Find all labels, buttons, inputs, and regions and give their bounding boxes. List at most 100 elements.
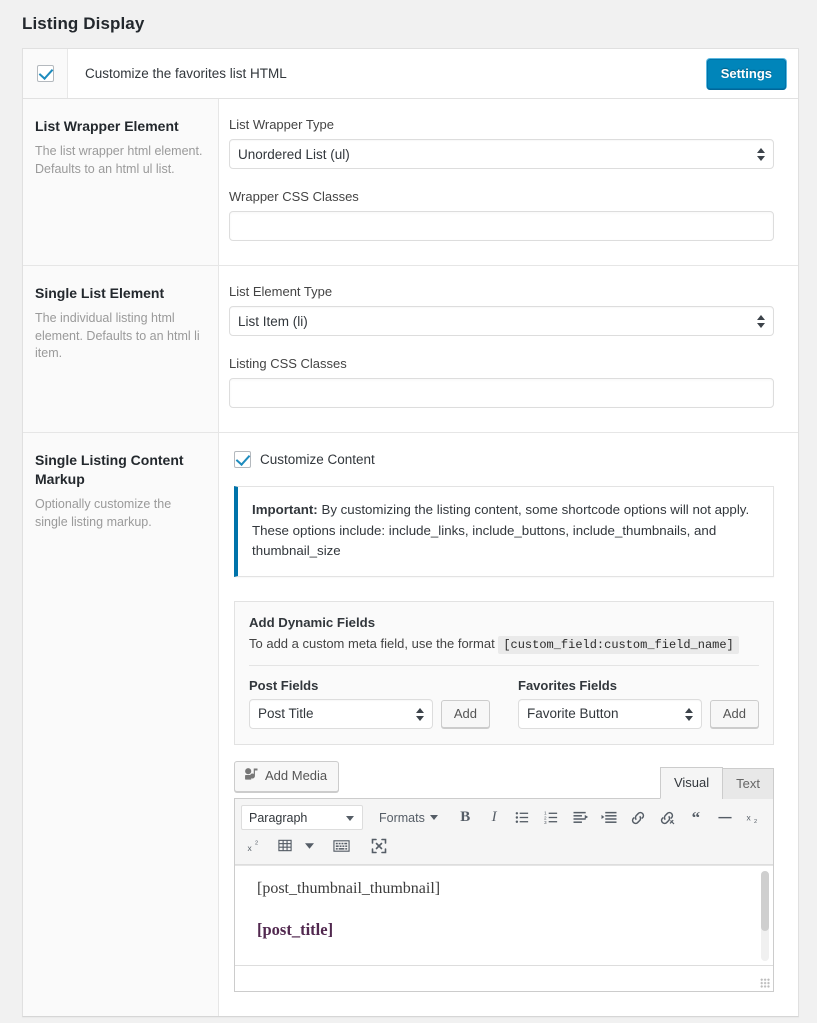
post-fields-column: Post Fields Post Title Add	[249, 678, 490, 729]
italic-icon[interactable]: I	[481, 805, 508, 831]
paragraph-select-wrap: Paragraph	[241, 805, 363, 830]
editor-toolbar-row-2: x 2	[241, 832, 767, 860]
section-description: Optionally customize the single listing …	[35, 496, 204, 532]
tab-text[interactable]: Text	[722, 768, 774, 799]
bold-icon[interactable]: B	[452, 805, 479, 831]
paragraph-format-select[interactable]: Paragraph	[241, 805, 363, 830]
add-favorites-field-button[interactable]: Add	[710, 700, 759, 728]
notice-strong-label: Important:	[252, 502, 318, 517]
tab-visual[interactable]: Visual	[660, 767, 723, 799]
section-description-column: List Wrapper Element The list wrapper ht…	[23, 99, 219, 265]
indent-icon[interactable]	[596, 805, 623, 831]
bulleted-list-icon[interactable]	[510, 805, 537, 831]
editor-toolbar: Paragraph Formats B I	[235, 799, 773, 865]
editor-content-line-1: [post_thumbnail_thumbnail]	[257, 880, 751, 898]
content-editor: Add Media Visual Text Paragraph	[234, 761, 774, 992]
formats-label: Formats	[379, 811, 425, 825]
chevron-down-icon	[430, 815, 438, 820]
add-media-button[interactable]: Add Media	[234, 761, 339, 792]
add-media-label: Add Media	[265, 768, 327, 783]
section-single-list-element: Single List Element The individual listi…	[23, 266, 798, 433]
dynamic-fields-columns: Post Fields Post Title Add Favorites Fie…	[249, 678, 759, 729]
panel-header-row: Customize the favorites list HTML Settin…	[23, 49, 798, 99]
favorites-fields-select[interactable]: Favorite Button	[518, 699, 702, 729]
post-fields-row: Post Title Add	[249, 699, 490, 729]
wrapper-css-classes-input[interactable]	[229, 211, 774, 241]
editor-statusbar	[235, 965, 773, 991]
subscript-icon[interactable]: x 2	[740, 805, 767, 831]
add-post-field-button[interactable]: Add	[441, 700, 490, 728]
editor-top-bar: Add Media Visual Text	[234, 761, 774, 798]
customize-content-label: Customize Content	[260, 452, 375, 467]
enable-checkbox-cell[interactable]	[23, 49, 68, 98]
horizontal-rule-icon[interactable]	[711, 805, 738, 831]
keyboard-shortcuts-icon[interactable]	[327, 833, 355, 859]
svg-text:2: 2	[754, 819, 757, 825]
list-element-type-select[interactable]: List Item (li)	[229, 306, 774, 336]
insert-link-icon[interactable]	[625, 805, 652, 831]
list-wrapper-type-select-wrap: Unordered List (ul)	[229, 139, 774, 169]
panel-header-label: Customize the favorites list HTML	[68, 66, 707, 81]
section-single-listing-content-markup: Single Listing Content Markup Optionally…	[23, 433, 798, 1016]
important-notice: Important: By customizing the listing co…	[234, 486, 774, 577]
wrapper-css-classes-label: Wrapper CSS Classes	[229, 189, 774, 204]
list-wrapper-type-select[interactable]: Unordered List (ul)	[229, 139, 774, 169]
customize-content-row[interactable]: Customize Content	[234, 451, 774, 468]
remove-link-icon[interactable]	[654, 805, 681, 831]
section-description: The list wrapper html element. Defaults …	[35, 143, 204, 179]
section-description-column: Single List Element The individual listi…	[23, 266, 219, 432]
section-description: The individual listing html element. Def…	[35, 310, 204, 363]
list-element-type-label: List Element Type	[229, 284, 774, 299]
section-description-column: Single Listing Content Markup Optionally…	[23, 433, 219, 1016]
section-title: List Wrapper Element	[35, 117, 204, 136]
dynamic-fields-subtitle-text: To add a custom meta field, use the form…	[249, 636, 495, 651]
dynamic-fields-subtitle: To add a custom meta field, use the form…	[249, 636, 759, 652]
svg-text:2: 2	[255, 841, 258, 847]
page-title: Listing Display	[0, 0, 817, 34]
section-fields-column: List Wrapper Type Unordered List (ul) Wr…	[219, 99, 798, 265]
editor-box: Paragraph Formats B I	[234, 798, 774, 992]
table-dropdown-icon[interactable]	[301, 833, 317, 859]
list-element-type-select-wrap: List Item (li)	[229, 306, 774, 336]
listing-css-classes-input[interactable]	[229, 378, 774, 408]
post-fields-select-wrap: Post Title	[249, 699, 433, 729]
superscript-icon[interactable]: x 2	[241, 833, 269, 859]
fullscreen-icon[interactable]	[365, 833, 393, 859]
section-fields-column: List Element Type List Item (li) Listing…	[219, 266, 798, 432]
dynamic-fields-divider	[249, 665, 759, 666]
listing-css-classes-label: Listing CSS Classes	[229, 356, 774, 371]
svg-text:x: x	[248, 843, 253, 853]
customize-content-checkbox[interactable]	[234, 451, 251, 468]
add-media-icon	[244, 767, 259, 785]
svg-text:x: x	[746, 813, 751, 823]
section-title: Single List Element	[35, 284, 204, 303]
favorites-fields-title: Favorites Fields	[518, 678, 759, 693]
numbered-list-icon[interactable]: 1 2 3	[538, 805, 565, 831]
post-fields-select[interactable]: Post Title	[249, 699, 433, 729]
editor-content-line-2: [post_title]	[257, 920, 751, 940]
post-fields-title: Post Fields	[249, 678, 490, 693]
editor-scrollbar[interactable]	[761, 871, 769, 961]
editor-resize-handle[interactable]	[760, 978, 770, 988]
editor-content-area[interactable]: [post_thumbnail_thumbnail] [post_title]	[235, 865, 773, 965]
table-icon[interactable]	[271, 833, 299, 859]
list-wrapper-type-label: List Wrapper Type	[229, 117, 774, 132]
section-title: Single Listing Content Markup	[35, 451, 204, 489]
editor-mode-tabs: Visual Text	[661, 766, 774, 798]
blockquote-icon[interactable]: “	[682, 805, 709, 831]
outdent-icon[interactable]	[567, 805, 594, 831]
favorites-fields-select-wrap: Favorite Button	[518, 699, 702, 729]
formats-menu-button[interactable]: Formats	[373, 807, 444, 829]
favorites-fields-column: Favorites Fields Favorite Button Add	[518, 678, 759, 729]
favorites-fields-row: Favorite Button Add	[518, 699, 759, 729]
add-dynamic-fields-box: Add Dynamic Fields To add a custom meta …	[234, 601, 774, 745]
customize-favorites-list-checkbox[interactable]	[37, 65, 54, 82]
section-fields-column: Customize Content Important: By customiz…	[219, 433, 798, 1016]
panel-header-actions: Settings	[707, 59, 798, 89]
svg-text:3: 3	[544, 820, 547, 825]
notice-text: By customizing the listing content, some…	[252, 502, 749, 558]
dynamic-fields-title: Add Dynamic Fields	[249, 615, 759, 630]
custom-field-format-code: [custom_field:custom_field_name]	[498, 636, 738, 654]
settings-button[interactable]: Settings	[707, 59, 786, 89]
listing-display-panel: Customize the favorites list HTML Settin…	[22, 48, 799, 1017]
